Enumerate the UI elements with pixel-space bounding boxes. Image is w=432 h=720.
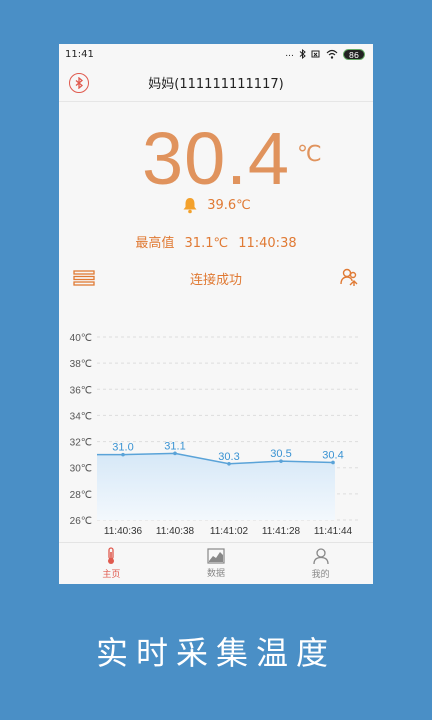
- connection-bar: 连接成功: [59, 266, 373, 290]
- x-tick-label: 11:41:44: [314, 526, 353, 537]
- alarm-threshold[interactable]: 39.6℃: [59, 196, 373, 214]
- tab-data-label: 数据: [207, 569, 226, 579]
- users-icon[interactable]: [339, 267, 359, 287]
- x-tick-label: 11:40:36: [104, 526, 143, 537]
- promo-caption: 实时采集温度: [95, 634, 336, 672]
- bluetooth-status-icon: [299, 49, 306, 59]
- current-temperature: 30.4 ℃: [59, 116, 373, 202]
- temperature-chart: 40℃ 38℃ 36℃ 34℃ 32℃ 30℃ 28℃ 26℃ 31.0 11:40:36 31.1…: [70, 333, 359, 537]
- series-area: [97, 453, 335, 520]
- tab-data[interactable]: 数据: [164, 543, 269, 584]
- thermometer-icon: [108, 547, 115, 564]
- max-time: 11:40:38: [238, 236, 297, 251]
- y-tick-label: 26℃: [70, 516, 92, 527]
- tab-profile-label: 我的: [311, 570, 330, 580]
- data-label: 31.1: [164, 440, 185, 452]
- data-label: 30.5: [270, 448, 291, 460]
- data-label: 30.3: [218, 451, 239, 463]
- phone-screen: 11:41 ... 86 妈妈(111111111117) 30.4 ℃ 39.…: [59, 44, 373, 584]
- status-icons: ... 86: [285, 48, 365, 60]
- y-tick-label: 40℃: [70, 333, 92, 344]
- y-tick-label: 34℃: [70, 411, 92, 422]
- bell-icon: [183, 198, 197, 214]
- alarm-value: 39.6℃: [207, 197, 251, 213]
- data-label: 30.4: [322, 449, 343, 461]
- connection-status: 连接成功: [189, 273, 242, 288]
- temperature-value: 30.4: [141, 117, 291, 200]
- data-label: 31.0: [112, 442, 133, 454]
- y-tick-label: 32℃: [70, 438, 92, 449]
- app-header: 妈妈(111111111117): [59, 64, 373, 102]
- y-tick-label: 30℃: [70, 464, 92, 475]
- y-tick-label: 38℃: [70, 359, 92, 370]
- bottom-tab-bar: 主页 数据 我的: [59, 542, 373, 584]
- status-dots: ...: [285, 49, 294, 59]
- status-bar: 11:41 ... 86: [59, 44, 373, 64]
- y-tick-label: 28℃: [70, 490, 92, 501]
- tab-home[interactable]: 主页: [59, 543, 164, 584]
- y-tick-label: 36℃: [70, 385, 92, 396]
- max-label: 最高值: [135, 236, 175, 251]
- chart-icon: [207, 548, 225, 564]
- tab-home-label: 主页: [102, 570, 121, 580]
- max-temperature: 最高值 31.1℃ 11:40:38: [59, 232, 373, 251]
- max-value: 31.1℃: [184, 236, 229, 251]
- x-tick-label: 11:41:02: [210, 526, 249, 537]
- device-title: 妈妈(111111111117): [148, 77, 284, 92]
- x-tick-label: 11:40:38: [156, 526, 195, 537]
- signal-x-icon: [311, 50, 320, 58]
- profile-icon: [313, 548, 329, 565]
- bluetooth-icon[interactable]: [69, 73, 89, 93]
- tab-profile[interactable]: 我的: [268, 543, 373, 584]
- temperature-unit: ℃: [297, 142, 322, 167]
- wifi-icon: [326, 49, 338, 59]
- battery-indicator: 86: [342, 48, 365, 60]
- status-time: 11:41: [65, 48, 94, 60]
- x-tick-label: 11:41:28: [262, 526, 301, 537]
